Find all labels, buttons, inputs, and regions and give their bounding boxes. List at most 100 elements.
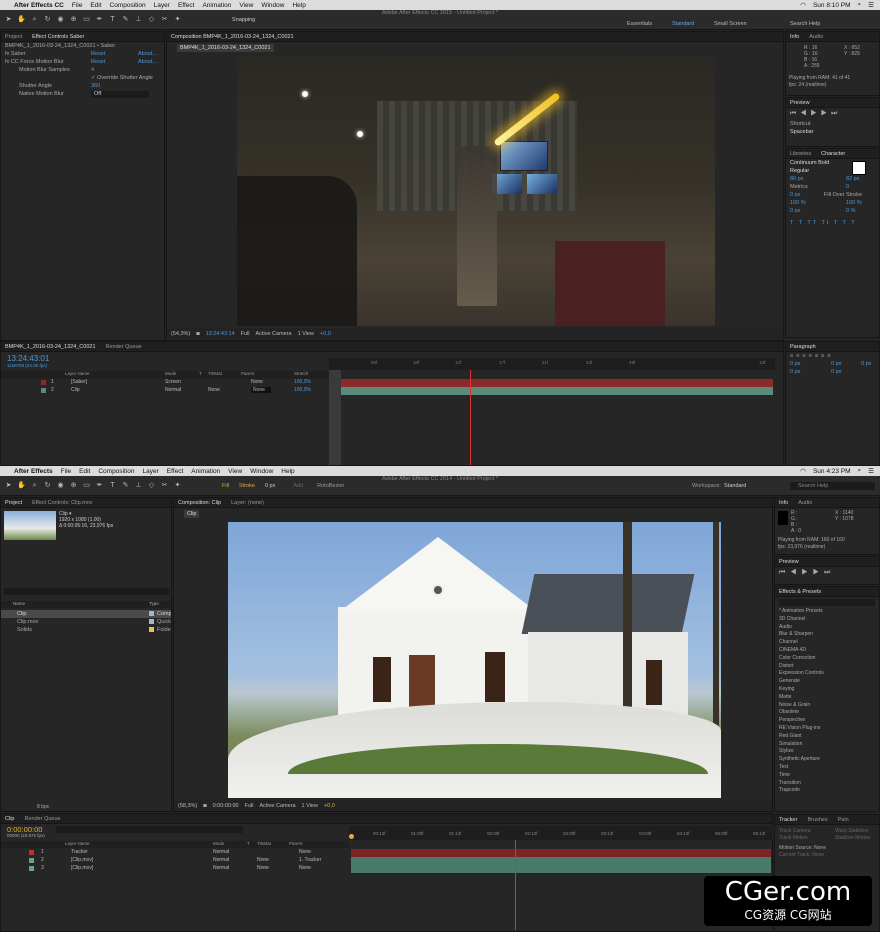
stamp-tool-icon[interactable]: ⊥ [134,481,143,490]
current-time[interactable]: 0:00:00:00 [213,803,239,809]
magnification[interactable]: (58,3%) [178,803,197,809]
stabilize-motion-button[interactable]: Stabilize Motion [835,835,870,842]
stroke-width[interactable]: 0 px [265,483,275,489]
current-time[interactable]: 13:24:43:14 [206,331,235,337]
menu-animation[interactable]: Animation [191,468,220,475]
playback-controls[interactable]: ⏮◀▶▶⏭ [775,567,879,579]
tab-preview[interactable]: Preview [779,559,799,565]
tab-tracker[interactable]: Tracker [779,817,797,823]
playback-controls[interactable]: ⏮◀▶▶⏭ [786,108,879,120]
effects-category[interactable]: CINEMA 4D [779,647,879,655]
effects-category[interactable]: Synthetic Aperture [779,756,879,764]
menu-composition[interactable]: Composition [98,468,134,475]
effects-category[interactable]: Simulation [779,741,879,749]
indent-row[interactable]: 0 px 0 px 0 px [786,360,879,368]
timecode[interactable]: 13:24:43:01 [7,354,49,363]
type-tool-icon[interactable]: T [108,481,117,490]
fill-color-swatch[interactable] [852,161,866,175]
layer-bar-tracker[interactable] [351,849,771,857]
app-menu[interactable]: After Effects [14,468,53,475]
menu-help[interactable]: Help [292,2,305,9]
tab-preview[interactable]: Preview [790,100,810,106]
rotate-tool-icon[interactable]: ↻ [43,481,52,490]
menu-effect[interactable]: Effect [167,468,184,475]
track-camera-button[interactable]: Track Camera [779,828,811,834]
workspace-small-screen[interactable]: Small Screen [714,21,747,27]
kerning-row[interactable]: Metrics 0 [786,183,879,191]
tab-comp-timeline[interactable]: BMP4K_1_2016-03-24_1324_C0021 [5,344,96,350]
rotate-tool-icon[interactable]: ↻ [43,15,52,24]
mask-tool-icon[interactable]: ▭ [82,15,91,24]
eraser-tool-icon[interactable]: ◇ [147,15,156,24]
effects-category[interactable]: * Animation Presets [779,608,879,616]
magnification[interactable]: (54,3%) [171,331,190,337]
effects-category[interactable]: Color Correction [779,655,879,663]
type-tool-icon[interactable]: T [108,15,117,24]
menu-window[interactable]: Window [261,2,284,9]
resolution-dropdown[interactable]: Full [241,331,250,337]
tab-effect-controls[interactable]: Effect Controls Saber [32,34,84,40]
menu-edit[interactable]: Edit [79,468,90,475]
effects-category[interactable]: Channel [779,639,879,647]
rotobezier-checkbox[interactable]: RotoBezier [317,483,344,489]
current-track-dropdown[interactable]: None [812,852,824,858]
pan-tool-icon[interactable]: ⊕ [69,15,78,24]
time-ruler[interactable]: 00f 10f 12f 17f 21f 43f 49f 13f [329,358,775,370]
stroke-toggle[interactable]: Stroke [239,483,255,489]
scale-row[interactable]: 100 % 100 % [786,199,879,207]
menu-edit[interactable]: Edit [90,2,101,9]
workspace-standard[interactable]: Standard [672,21,694,27]
comp-chip[interactable]: Clip [184,510,200,518]
comp-viewer[interactable] [228,522,721,798]
camera-snapshot-icon[interactable]: ◙ [196,331,199,337]
menu-help[interactable]: Help [281,468,294,475]
hand-tool-icon[interactable]: ✋ [17,481,26,490]
pan-tool-icon[interactable]: ⊕ [69,481,78,490]
effects-category[interactable]: Audio [779,624,879,632]
pen-tool-icon[interactable]: ✒ [95,15,104,24]
time-ruler[interactable]: 00:12f 01:00f 01:12f 02:00f 02:12f 03:00f 03:1… [349,826,773,840]
tab-character[interactable]: Character [821,151,845,157]
exposure-value[interactable]: +0,0 [320,331,331,337]
project-search-input[interactable] [4,588,169,595]
layer-row[interactable]: 1 Tracker Normal None [1,849,349,857]
space-row[interactable]: 0 px 0 px [786,368,879,376]
brush-tool-icon[interactable]: ✎ [121,15,130,24]
effects-category[interactable]: Red Giant [779,733,879,741]
effects-category[interactable]: Perspective [779,717,879,725]
layer-bar-clip[interactable] [331,387,773,395]
clock[interactable]: Sun 8:10 PM [813,2,851,9]
wifi-icon[interactable]: ◠ [800,1,806,9]
tab-info[interactable]: Info [779,500,788,506]
tab-libraries[interactable]: Libraries [790,151,811,157]
bit-depth[interactable]: 8 bpc [1,803,171,812]
effects-category[interactable]: Keying [779,686,879,694]
prop-native-motion-blur[interactable]: Native Motion Blur Off [1,90,164,98]
menu-layer[interactable]: Layer [154,2,170,9]
add-dropdown[interactable]: Add [293,483,303,489]
list-icon[interactable]: ☰ [868,1,874,9]
effect-cc-force-motion-blur[interactable]: fx CC Force Motion Blur Reset About... [1,58,164,66]
stroke-row[interactable]: 0 px Fill Over Stroke [786,191,879,199]
puppet-tool-icon[interactable]: ✦ [173,15,182,24]
search-help-field[interactable]: Search Help [790,481,875,490]
override-shutter-checkbox[interactable]: ✓ Override Shutter Angle [1,74,164,82]
menu-view[interactable]: View [228,468,242,475]
search-icon[interactable]: ⌕ [858,1,862,9]
workspace-essentials[interactable]: Essentials [627,21,652,27]
zoom-tool-icon[interactable]: ⌕ [30,15,39,24]
selection-tool-icon[interactable]: ➤ [4,15,13,24]
tab-render-queue[interactable]: Render Queue [24,816,60,822]
mask-tool-icon[interactable]: ▭ [82,481,91,490]
tab-effect-controls[interactable]: Effect Controls: Clip.mov [32,500,92,506]
layer-row[interactable]: 1 [Saber] Screen None 100,0% [1,379,329,387]
playhead[interactable] [515,840,516,930]
playhead[interactable] [470,370,471,465]
menu-layer[interactable]: Layer [142,468,158,475]
current-time-indicator[interactable] [349,834,354,839]
selection-tool-icon[interactable]: ➤ [4,481,13,490]
align-buttons[interactable]: ≡≡≡≡≡≡≡ [786,352,879,360]
prop-shutter-angle[interactable]: Shutter Angle 360 [1,82,164,90]
track-motion-button[interactable]: Track Motion [779,835,808,841]
menu-file[interactable]: File [61,468,71,475]
